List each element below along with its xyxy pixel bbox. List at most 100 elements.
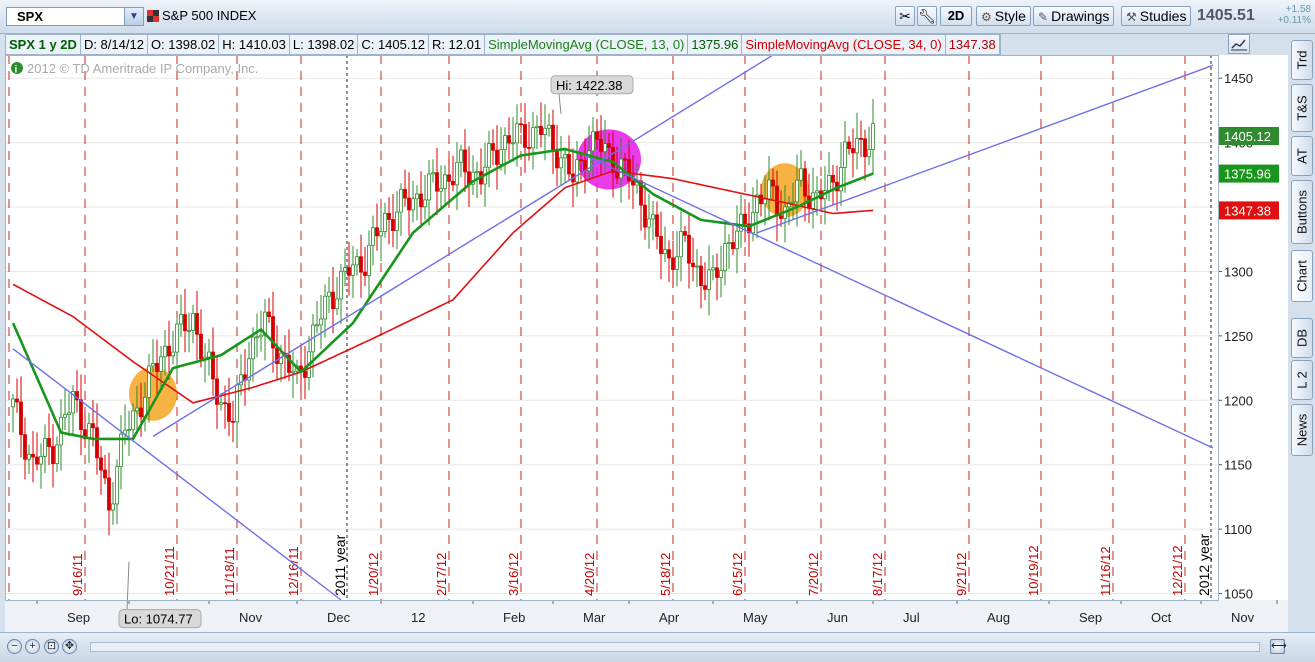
candle-body xyxy=(107,477,111,511)
candle-body xyxy=(531,127,535,149)
scroll-reset-icon[interactable]: ⟷ xyxy=(1270,639,1287,654)
tab-trd[interactable]: Trd xyxy=(1291,40,1313,80)
candle-body xyxy=(335,298,339,310)
candle-body xyxy=(255,336,259,339)
candle-body xyxy=(259,334,263,338)
price-tick-label: 1300 xyxy=(1224,264,1253,279)
candle-body xyxy=(179,314,183,325)
candle-body xyxy=(591,131,595,152)
candle-body xyxy=(703,285,707,290)
tab-chart[interactable]: Chart xyxy=(1291,250,1313,302)
tab-db[interactable]: DB xyxy=(1291,318,1313,358)
candle-body xyxy=(623,158,627,161)
price-chart[interactable]: 105011001150120012501300135014001450SepO… xyxy=(5,55,1288,632)
candle-body xyxy=(655,214,659,237)
candle-body xyxy=(719,270,723,278)
symbol-selector[interactable]: ▼ xyxy=(6,7,144,26)
wrench-icon[interactable]: 🔧︎ xyxy=(917,6,937,26)
style-button[interactable]: ⚙ Style xyxy=(976,6,1031,26)
price-tick-label: 1250 xyxy=(1224,329,1253,344)
candle-body xyxy=(155,362,159,372)
candle-body xyxy=(47,438,51,447)
candle-body xyxy=(475,171,479,174)
candle-body xyxy=(347,267,351,276)
candle-body xyxy=(371,227,375,246)
candle-body xyxy=(847,141,851,149)
candle-body xyxy=(387,212,391,220)
chart-scrollbar[interactable] xyxy=(90,642,1260,652)
candle-body xyxy=(135,407,139,412)
candle-body xyxy=(231,420,235,423)
symbol-group-icon[interactable] xyxy=(147,10,159,22)
candle-body xyxy=(183,314,187,332)
candle-body xyxy=(547,124,551,129)
zoom-in-icon[interactable]: + xyxy=(25,639,40,654)
candle-body xyxy=(395,211,399,232)
bar-high: H: 1410.03 xyxy=(219,35,290,54)
candle-body xyxy=(511,142,515,145)
expiration-date-label: 4/20/12 xyxy=(582,553,597,596)
candle-body xyxy=(187,330,191,332)
tools-icon[interactable]: ✂ xyxy=(895,6,915,26)
candle-body xyxy=(743,213,747,225)
tab-at[interactable]: AT xyxy=(1291,136,1313,176)
candle-body xyxy=(683,231,687,236)
zoom-fit-icon[interactable]: ⊡ xyxy=(44,639,59,654)
sma34-study-label[interactable]: SimpleMovingAvg (CLOSE, 34, 0) xyxy=(742,35,946,54)
symbol-description: S&P 500 INDEX xyxy=(162,8,257,23)
symbol-dropdown-icon[interactable]: ▼ xyxy=(124,8,143,25)
candle-body xyxy=(751,212,755,234)
info-icon-glyph: i xyxy=(15,65,18,76)
2d-toggle-button[interactable]: 2D xyxy=(940,6,972,26)
studies-button[interactable]: ⚒ Studies xyxy=(1121,6,1192,26)
candle-body xyxy=(383,212,387,232)
candle-body xyxy=(447,174,451,182)
sma13-study-value: 1375.96 xyxy=(688,35,743,54)
candle-body xyxy=(315,324,319,327)
chart-settings-label[interactable]: SPX 1 y 2D xyxy=(6,35,81,54)
year-marker-label: 2012 year xyxy=(1196,533,1212,596)
price-tick-label: 1150 xyxy=(1224,458,1252,473)
candle-body xyxy=(39,456,43,465)
drawings-button[interactable]: ✎ Drawings xyxy=(1033,6,1115,26)
candle-body xyxy=(327,291,331,297)
tab-time-and-sales[interactable]: T&S xyxy=(1291,84,1313,132)
candle-body xyxy=(659,236,663,255)
candle-body xyxy=(191,313,195,331)
symbol-input[interactable] xyxy=(9,9,127,24)
candle-body xyxy=(439,188,443,192)
expiration-date-label: 6/15/12 xyxy=(730,553,745,596)
candle-body xyxy=(319,318,323,326)
candle-body xyxy=(487,143,491,168)
candle-body xyxy=(131,410,135,431)
candle-body xyxy=(27,453,31,460)
bar-range: R: 12.01 xyxy=(429,35,486,54)
candle-body xyxy=(539,125,543,135)
chart-type-icon[interactable] xyxy=(1228,34,1250,54)
candle-body xyxy=(175,323,179,353)
zoom-out-icon[interactable]: − xyxy=(7,639,22,654)
candle-body xyxy=(423,199,427,208)
candle-body xyxy=(199,333,203,360)
candle-body xyxy=(235,384,239,423)
expiration-date-label: 12/21/12 xyxy=(1170,545,1185,596)
candle-body xyxy=(779,215,783,219)
copyright-notice: 2012 © TD Ameritrade IP Company, Inc. xyxy=(27,61,258,76)
expiration-date-label: 10/21/11 xyxy=(162,546,177,596)
candle-body xyxy=(399,188,403,213)
candle-body xyxy=(759,194,763,205)
candle-body xyxy=(731,242,735,250)
candle-body xyxy=(691,262,695,268)
tab-level2[interactable]: L 2 xyxy=(1291,360,1313,400)
sma13-study-label[interactable]: SimpleMovingAvg (CLOSE, 13, 0) xyxy=(485,35,689,54)
month-label: Jul xyxy=(903,610,920,625)
candle-body xyxy=(391,219,395,232)
tab-buttons[interactable]: Buttons xyxy=(1291,180,1313,244)
tab-news[interactable]: News xyxy=(1291,404,1313,456)
chart-toolbar: ▼ S&P 500 INDEX ✂ 🔧︎ 2D ⚙Style ✎Drawings… xyxy=(0,0,1315,34)
candle-body xyxy=(695,265,699,268)
candle-body xyxy=(567,154,571,175)
candle-body xyxy=(867,149,871,158)
candle-body xyxy=(67,412,71,415)
drag-mode-icon[interactable]: ✥ xyxy=(62,639,77,654)
